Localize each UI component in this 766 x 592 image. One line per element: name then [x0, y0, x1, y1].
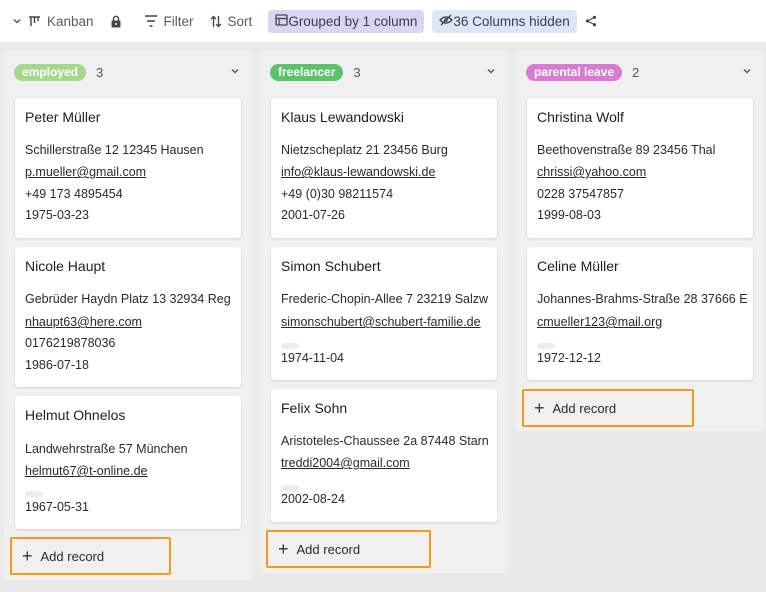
sort-label: Sort: [227, 13, 253, 29]
card-name: Felix Sohn: [281, 400, 348, 416]
card-name: Helmut Ohnelos: [25, 407, 126, 423]
add-record-label: Add record: [296, 541, 361, 557]
card-email[interactable]: info@klaus-lewandowski.de: [281, 165, 497, 179]
empty-field-placeholder: [537, 343, 555, 349]
card-name: Christina Wolf: [537, 109, 624, 125]
card-address: Johannes-Brahms-Straße 28 37666 E: [537, 292, 748, 306]
card-address: Aristoteles-Chaussee 2a 87448 Starn: [281, 434, 489, 448]
card-phone: 0228 37547857: [537, 187, 624, 201]
record-card[interactable]: Nicole Haupt Gebrüder Haydn Platz 13 329…: [15, 247, 241, 387]
card-address: Landwehrstraße 57 München: [25, 442, 188, 456]
chevron-down-icon[interactable]: [230, 66, 240, 76]
lock-button[interactable]: [110, 9, 128, 33]
record-card[interactable]: Felix Sohn Aristoteles-Chaussee 2a 87448…: [271, 389, 497, 522]
card-name: Nicole Haupt: [25, 258, 106, 274]
empty-field-placeholder: [281, 485, 299, 491]
column-header: employed 3: [4, 50, 252, 94]
card-date: 1967-05-31: [25, 500, 89, 514]
card-email[interactable]: cmueller123@mail.org: [537, 315, 753, 329]
status-badge: parental leave: [526, 63, 623, 81]
card-address: Schillerstraße 12 12345 Hausen: [25, 143, 204, 157]
card-date: 1975-03-23: [25, 208, 89, 222]
filter-icon: [144, 15, 158, 27]
plus-icon: +: [278, 539, 289, 559]
kanban-column-parental-leave: parental leave 2 Christina Wolf Beethove…: [516, 50, 764, 431]
chevron-down-icon[interactable]: [486, 66, 496, 76]
card-phone: +49 (0)30 98211574: [281, 187, 394, 201]
card-date: 1974-11-04: [281, 351, 345, 365]
plus-icon: +: [22, 546, 33, 566]
column-header: freelancer 3: [260, 50, 508, 94]
column-count: 3: [96, 64, 104, 80]
filter-button[interactable]: Filter: [144, 9, 194, 33]
card-address: Frederic-Chopin-Allee 7 23219 Salzw: [281, 292, 489, 306]
eye-off-icon: [439, 14, 454, 29]
add-record-button[interactable]: + Add record: [10, 537, 171, 575]
record-card[interactable]: Christina Wolf Beethovenstraße 89 23456 …: [527, 98, 753, 238]
column-count: 3: [353, 64, 361, 80]
card-date: 1986-07-18: [25, 358, 89, 372]
group-by-button[interactable]: Grouped by 1 column: [268, 9, 425, 33]
record-card[interactable]: Helmut Ohnelos Landwehrstraße 57 München…: [15, 396, 241, 529]
card-name: Celine Müller: [537, 258, 619, 274]
card-phone: 0176219878036: [25, 336, 116, 350]
card-name: Klaus Lewandowski: [281, 109, 404, 125]
share-button[interactable]: [585, 9, 603, 33]
card-date: 2001-07-26: [281, 208, 345, 222]
card-phone: +49 173 4895454: [25, 187, 123, 201]
kanban-column-employed: employed 3 Peter Müller Schillerstraße 1…: [4, 50, 252, 580]
view-selector[interactable]: Kanban: [12, 9, 94, 33]
card-email[interactable]: nhaupt63@here.com: [25, 315, 241, 329]
status-badge: freelancer: [270, 63, 344, 81]
filter-label: Filter: [163, 13, 194, 29]
record-card[interactable]: Simon Schubert Frederic-Chopin-Allee 7 2…: [271, 247, 497, 380]
view-label: Kanban: [47, 13, 94, 29]
empty-field-placeholder: [25, 491, 43, 497]
chevron-down-icon[interactable]: [12, 16, 22, 26]
card-name: Simon Schubert: [281, 258, 381, 274]
card-email[interactable]: p.mueller@gmail.com: [25, 165, 241, 179]
add-record-label: Add record: [40, 548, 105, 564]
status-badge: employed: [14, 63, 87, 81]
hidden-columns-label: 36 Columns hidden: [453, 13, 570, 29]
card-email[interactable]: treddi2004@gmail.com: [281, 456, 497, 470]
record-card[interactable]: Peter Müller Schillerstraße 12 12345 Hau…: [15, 98, 241, 238]
sort-icon: [210, 15, 222, 28]
record-card[interactable]: Celine Müller Johannes-Brahms-Straße 28 …: [527, 247, 753, 380]
group-label: Grouped by 1 column: [288, 13, 418, 29]
card-email[interactable]: helmut67@t-online.de: [25, 464, 241, 478]
card-email[interactable]: chrissi@yahoo.com: [537, 165, 753, 179]
card-date: 1972-12-12: [537, 351, 601, 365]
kanban-icon: [28, 15, 41, 28]
column-header: parental leave 2: [516, 50, 764, 94]
share-icon: [585, 15, 597, 27]
sort-button[interactable]: Sort: [210, 9, 253, 33]
chevron-down-icon[interactable]: [742, 66, 752, 76]
column-count: 2: [632, 64, 640, 80]
card-email[interactable]: simonschubert@schubert-familie.de: [281, 315, 497, 329]
add-record-button[interactable]: + Add record: [522, 389, 694, 427]
group-icon: [275, 13, 288, 29]
card-date: 1999-08-03: [537, 208, 601, 222]
card-date: 2002-08-24: [281, 492, 345, 506]
record-card[interactable]: Klaus Lewandowski Nietzscheplatz 21 2345…: [271, 98, 497, 238]
card-address: Nietzscheplatz 21 23456 Burg: [281, 143, 448, 157]
add-record-button[interactable]: + Add record: [266, 530, 431, 568]
plus-icon: +: [534, 398, 545, 418]
card-name: Peter Müller: [25, 109, 101, 125]
toolbar: Kanban Filter Sort Grouped by 1 column 3…: [0, 0, 766, 42]
lock-icon: [110, 15, 122, 28]
empty-field-placeholder: [281, 343, 299, 349]
card-address: Beethovenstraße 89 23456 Thal: [537, 143, 716, 157]
add-record-label: Add record: [552, 400, 617, 416]
kanban-column-freelancer: freelancer 3 Klaus Lewandowski Nietzsche…: [260, 50, 508, 573]
hidden-columns-button[interactable]: 36 Columns hidden: [432, 9, 577, 33]
card-address: Gebrüder Haydn Platz 13 32934 Reg: [25, 292, 231, 306]
